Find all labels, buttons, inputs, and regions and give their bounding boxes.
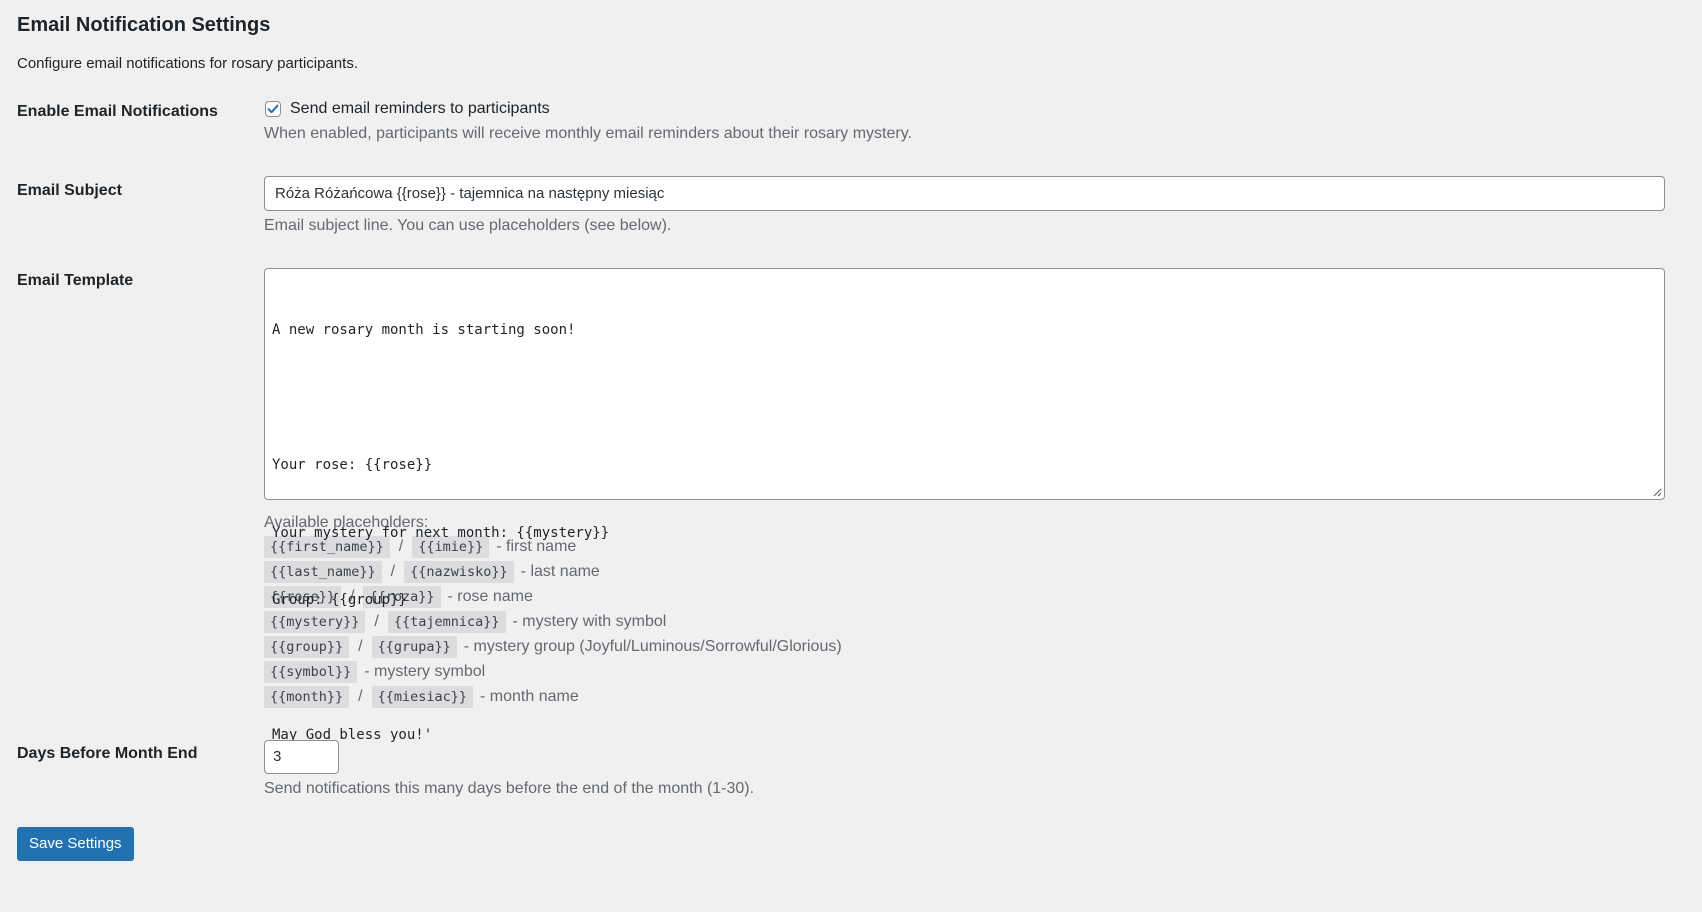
template-line: Your rose: {{rose}} [272,457,433,473]
checkmark-icon [267,104,279,114]
enable-label: Enable Email Notifications [17,103,218,120]
subject-description: Email subject line. You can use placehol… [264,217,672,234]
template-textarea[interactable]: A new rosary month is starting soon! You… [264,268,1665,743]
template-line [272,387,1657,410]
save-settings-button[interactable]: Save Settings [17,827,134,861]
actions: Save Settings [17,827,1702,861]
page-title: Email Notification Settings [17,14,271,36]
subject-label: Email Subject [17,182,122,199]
days-description: Send notifications this many days before… [264,780,755,797]
page-intro: Configure email notifications for rosary… [17,55,358,72]
days-row: Days Before Month End 3 Send notificatio… [17,740,1702,800]
enable-checkbox-label[interactable]: Send email reminders to participants [290,100,550,118]
enable-row: Enable Email Notifications Send email re… [17,98,1702,145]
template-line [272,657,1657,680]
template-line: A new rosary month is starting soon! [272,322,576,338]
days-field: 3 Send notifications this many days befo… [264,740,1702,800]
template-row: Email Template A new rosary month is sta… [17,268,1702,743]
template-line: Group: {{group}} [272,592,407,608]
subject-row: Email Subject Róża Różańcowa {{rose}} - … [17,176,1702,237]
enable-description: When enabled, participants will receive … [264,125,912,142]
days-input[interactable]: 3 [264,740,339,774]
settings-page: Email Notification Settings Configure em… [0,0,1702,912]
enable-field: Send email reminders to participants Whe… [264,98,1702,145]
days-label: Days Before Month End [17,745,198,762]
subject-field: Róża Różańcowa {{rose}} - tajemnica na n… [264,176,1702,237]
template-field: A new rosary month is starting soon! You… [264,268,1702,743]
template-label: Email Template [17,272,134,289]
template-line: Your mystery for next month: {{mystery}} [272,524,610,541]
enable-checkbox[interactable] [265,101,281,117]
resize-handle-icon[interactable] [1652,487,1662,497]
subject-input[interactable]: Róża Różańcowa {{rose}} - tajemnica na n… [264,176,1665,211]
enable-checkbox-line[interactable]: Send email reminders to participants [264,98,1702,120]
